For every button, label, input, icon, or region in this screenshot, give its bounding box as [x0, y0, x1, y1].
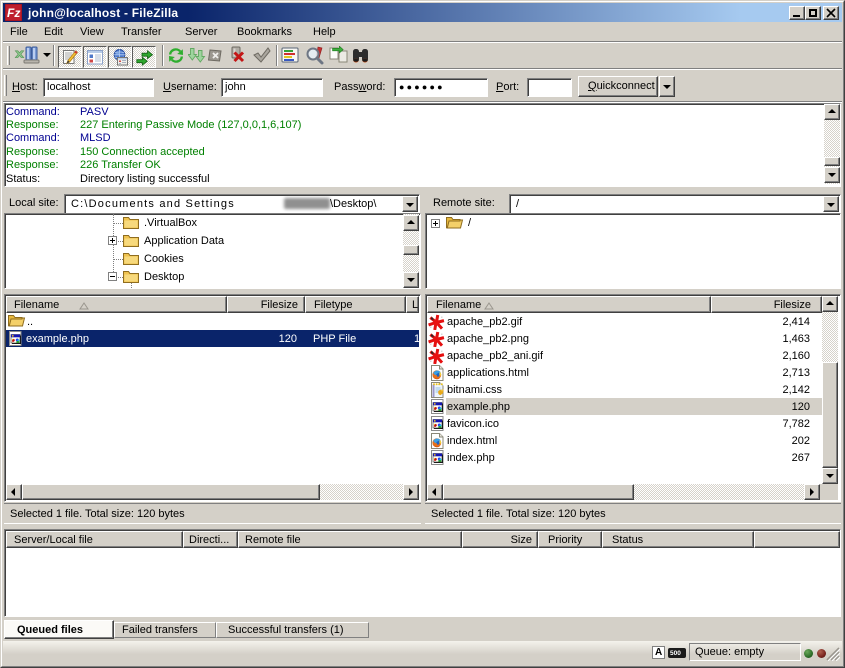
- svg-text:Fz: Fz: [7, 6, 20, 20]
